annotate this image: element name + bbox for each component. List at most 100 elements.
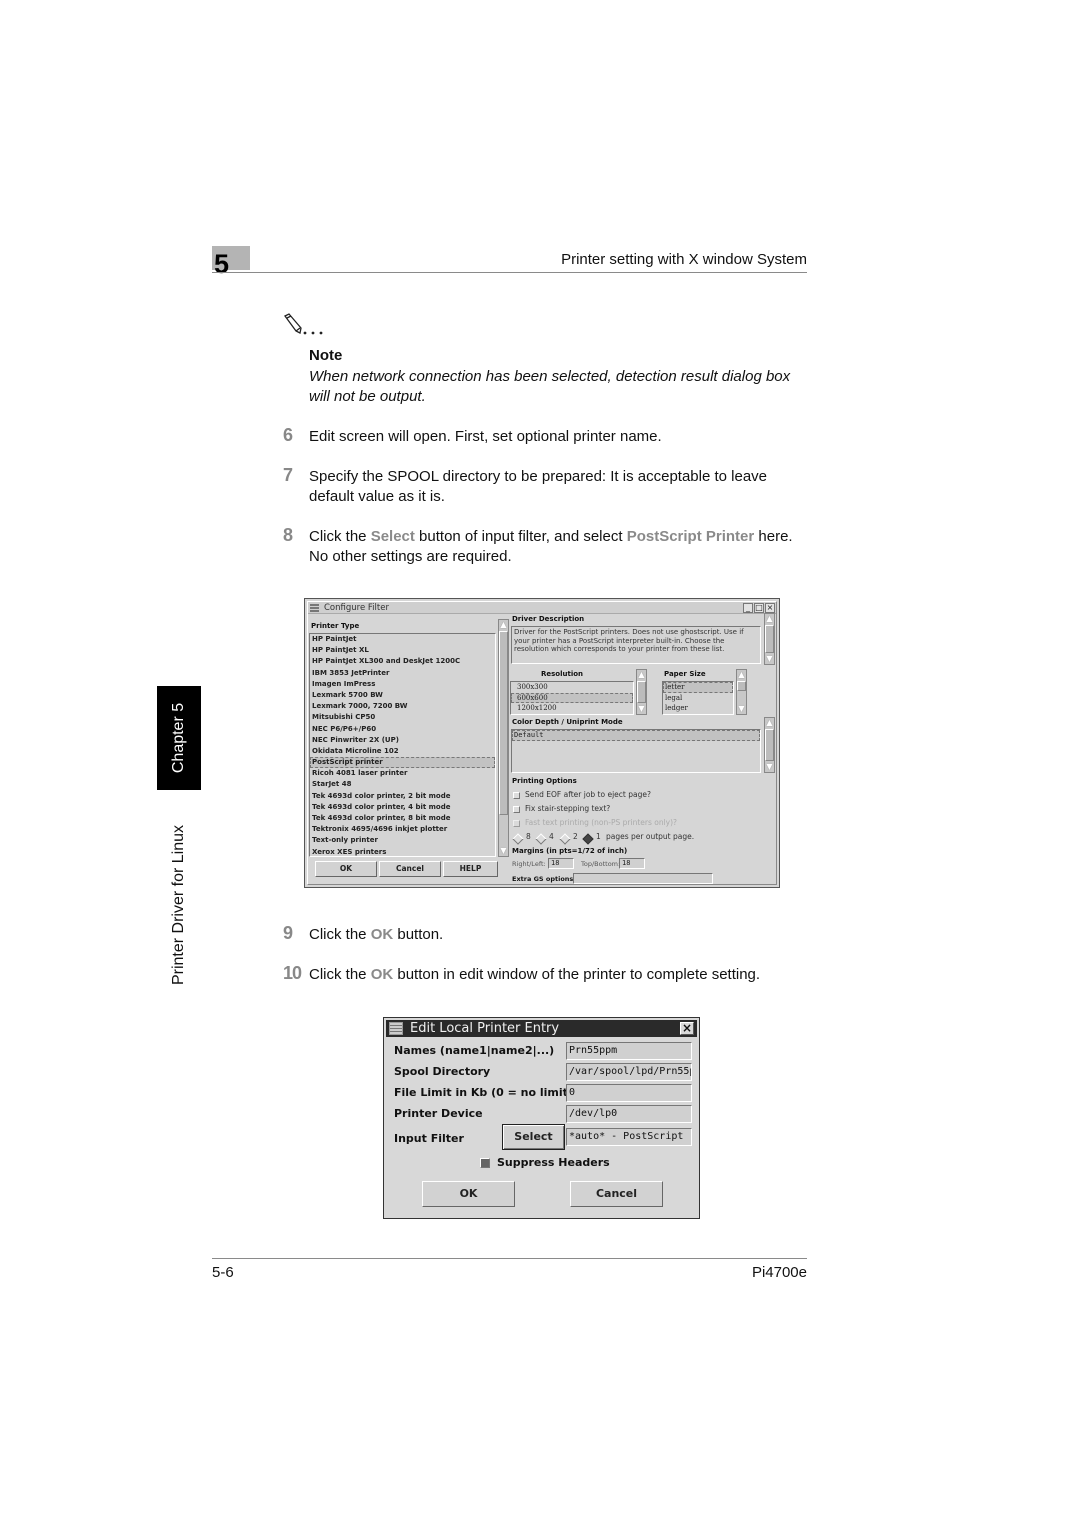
printer-type-item[interactable]: Tek 4693d color printer, 8 bit mode (310, 813, 495, 824)
printer-device-label: Printer Device (394, 1107, 483, 1120)
step-text-fragment: Click the (309, 966, 371, 983)
spool-directory-input[interactable]: /var/spool/lpd/Prn55p (566, 1063, 692, 1081)
printer-type-item[interactable]: Okidata Microline 102 (310, 746, 495, 757)
step-text-fragment: Click the (309, 528, 371, 545)
printer-type-item[interactable]: IBM 3853 JetPrinter (310, 668, 495, 679)
resolution-list[interactable]: 300x300 600x600 1200x1200 (510, 681, 634, 715)
step-text-fragment: button in edit window of the printer to … (393, 966, 761, 983)
color-depth-list[interactable]: Default (511, 729, 761, 773)
input-filter-value[interactable]: *auto* - PostScript (566, 1128, 692, 1146)
scroll-thumb[interactable] (765, 625, 774, 653)
printer-type-scrollbar[interactable]: ▲ ▼ (498, 619, 509, 857)
driver-description-text: Driver for the PostScript printers. Does… (511, 626, 761, 664)
driver-description-label: Driver Description (512, 615, 585, 623)
description-scrollbar[interactable]: ▲ ▼ (764, 613, 775, 665)
paper-size-list[interactable]: letter legal ledger (662, 681, 734, 715)
extra-gs-field[interactable] (573, 873, 713, 884)
scroll-thumb[interactable] (765, 729, 774, 761)
resolution-item[interactable]: 300x300 (511, 682, 633, 693)
printer-device-input[interactable]: /dev/lp0 (566, 1105, 692, 1123)
resolution-item[interactable]: 1200x1200 (511, 703, 633, 714)
paper-size-item[interactable]: letter (663, 682, 733, 693)
printer-type-item[interactable]: Ricoh 4081 laser printer (310, 768, 495, 779)
fast-text-label: Fast text printing (non-PS printers only… (525, 818, 678, 827)
step-7: 7 Specify the SPOOL directory to be prep… (283, 465, 813, 507)
close-icon[interactable]: × (680, 1022, 694, 1035)
ok-button[interactable]: OK (315, 861, 377, 877)
top-bottom-field[interactable]: 18 (619, 858, 645, 869)
step-9: 9 Click the OK button. (283, 923, 813, 945)
scroll-thumb[interactable] (737, 681, 746, 691)
scroll-thumb[interactable] (637, 681, 646, 703)
step-text-fragment: button of input filter, and select (414, 528, 627, 545)
pages-8-label: 8 (526, 832, 531, 841)
printer-type-item[interactable]: Tek 4693d color printer, 4 bit mode (310, 802, 495, 813)
right-left-field[interactable]: 18 (548, 858, 574, 869)
printer-type-item[interactable]: Tek 4693d color printer, 2 bit mode (310, 791, 495, 802)
close-button[interactable]: × (765, 603, 775, 613)
resolution-item[interactable]: 600x600 (511, 692, 633, 703)
send-eof-checkbox[interactable] (513, 792, 520, 799)
scroll-up-arrow-icon[interactable]: ▲ (765, 718, 774, 728)
step-text: Click the Select button of input filter,… (309, 527, 813, 567)
side-chapter-label: Chapter 5 (170, 702, 187, 774)
scroll-down-arrow-icon[interactable]: ▼ (499, 846, 508, 856)
printer-type-item[interactable]: StarJet 48 (310, 779, 495, 790)
printer-type-item[interactable]: Tektronix 4695/4696 inkjet plotter (310, 824, 495, 835)
configure-filter-dialog: Configure Filter _ □ × Printer Type HP P… (304, 598, 780, 888)
fast-text-checkbox[interactable] (513, 820, 520, 827)
cancel-button[interactable]: Cancel (570, 1181, 663, 1207)
maximize-button[interactable]: □ (754, 603, 764, 613)
printer-type-item[interactable]: NEC P6/P6+/P60 (310, 724, 495, 735)
footer-divider (212, 1258, 807, 1259)
scroll-down-arrow-icon[interactable]: ▼ (737, 704, 746, 714)
printer-type-item[interactable]: NEC Pinwriter 2X (UP) (310, 735, 495, 746)
paper-size-item[interactable]: ledger (663, 703, 733, 714)
printer-type-item[interactable]: Text-only printer (310, 835, 495, 846)
file-limit-input[interactable]: 0 (566, 1084, 692, 1102)
printer-type-item[interactable]: HP PaintJet (310, 634, 495, 645)
names-input[interactable]: Prn55ppm (566, 1042, 692, 1060)
scroll-down-arrow-icon[interactable]: ▼ (765, 654, 774, 664)
printer-type-item[interactable]: HP PaintJet XL (310, 645, 495, 656)
window-menu-icon[interactable] (310, 604, 319, 612)
color-depth-scrollbar[interactable]: ▲ ▼ (764, 717, 775, 773)
scroll-up-arrow-icon[interactable]: ▲ (637, 670, 646, 680)
step-10: 10 Click the OK button in edit window of… (283, 963, 813, 985)
scroll-thumb[interactable] (499, 631, 508, 815)
help-button[interactable]: HELP (443, 861, 498, 877)
cancel-button[interactable]: Cancel (379, 861, 441, 877)
printer-type-list[interactable]: HP PaintJet HP PaintJet XL HP PaintJet XL3… (309, 633, 496, 857)
scroll-up-arrow-icon[interactable]: ▲ (737, 670, 746, 680)
scroll-down-arrow-icon[interactable]: ▼ (765, 762, 774, 772)
printing-options-label: Printing Options (512, 777, 577, 785)
printer-type-item[interactable]: PostScript printer (310, 757, 495, 769)
highlighted-term: PostScript Printer (626, 528, 755, 545)
ok-button[interactable]: OK (422, 1181, 515, 1207)
side-chapter-tab: Chapter 5 (157, 686, 201, 790)
scroll-down-arrow-icon[interactable]: ▼ (637, 704, 646, 714)
suppress-headers-checkbox[interactable] (480, 1158, 490, 1168)
printer-type-item[interactable]: HP PaintJet XL300 and DeskJet 1200C (310, 656, 495, 667)
printer-type-item[interactable]: Lexmark 5700 BW (310, 690, 495, 701)
names-label: Names (name1|name2|...) (394, 1044, 555, 1057)
printer-type-item[interactable]: Mitsubishi CP50 (310, 712, 495, 723)
minimize-button[interactable]: _ (743, 603, 753, 613)
window-menu-icon[interactable] (389, 1022, 403, 1035)
scroll-up-arrow-icon[interactable]: ▲ (499, 620, 508, 630)
edit-entry-titlebar[interactable]: Edit Local Printer Entry × (386, 1020, 697, 1037)
paper-size-item[interactable]: legal (663, 693, 733, 704)
printer-type-item[interactable]: Lexmark 7000, 7200 BW (310, 701, 495, 712)
resolution-scrollbar[interactable]: ▲ ▼ (636, 669, 647, 715)
configure-filter-titlebar[interactable]: Configure Filter _ □ × (308, 602, 776, 614)
printer-type-item[interactable]: Xerox XES printers (310, 847, 495, 858)
select-filter-button[interactable]: Select (502, 1124, 565, 1150)
fix-stair-stepping-checkbox[interactable] (513, 806, 520, 813)
pages-4-label: 4 (549, 832, 554, 841)
scroll-up-arrow-icon[interactable]: ▲ (765, 614, 774, 624)
printer-type-item[interactable]: Imagen ImPress (310, 679, 495, 690)
color-depth-item[interactable]: Default (512, 730, 760, 742)
paper-size-scrollbar[interactable]: ▲ ▼ (736, 669, 747, 715)
step-text-fragment: Click the (309, 926, 371, 943)
spool-directory-label: Spool Directory (394, 1065, 491, 1078)
